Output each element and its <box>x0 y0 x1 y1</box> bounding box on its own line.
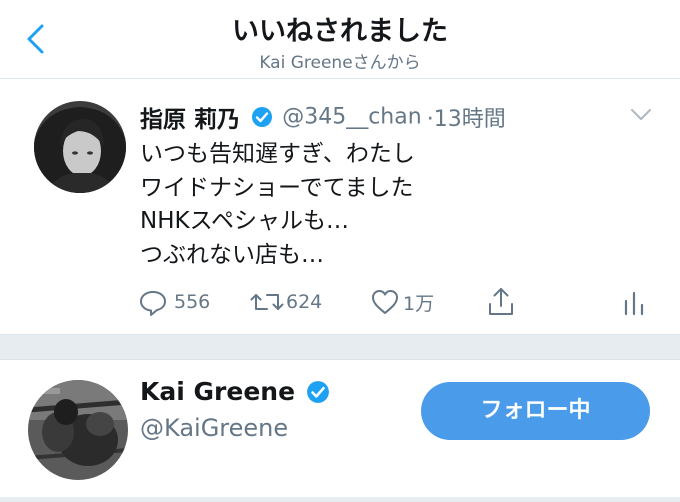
tweet-text-line: ワイドナショーでてました <box>140 174 414 201</box>
share-icon <box>489 288 513 315</box>
tweet-timestamp: ·13時間 <box>426 107 506 132</box>
tweet-author-avatar[interactable] <box>34 101 126 193</box>
share-button[interactable] <box>486 282 516 322</box>
analytics-button[interactable] <box>622 282 646 322</box>
reply-icon <box>140 291 166 316</box>
tweet-text: いつも告知遅すぎ、わたし ワイドナショーでてました NHKスペシャルも… つぶれ… <box>140 138 415 272</box>
chevron-down-icon[interactable] <box>630 108 652 122</box>
retweet-button[interactable]: 624 <box>250 282 322 322</box>
tweet-text-line: NHKスペシャルも… <box>140 208 349 234</box>
tweet-text-line: いつも告知遅すぎ、わたし <box>140 141 415 167</box>
user-avatar[interactable] <box>28 380 128 480</box>
retweet-count: 624 <box>286 291 323 313</box>
page-subtitle: Kai Greeneさんから <box>259 53 421 73</box>
heart-icon <box>372 290 398 314</box>
like-count: 1万 <box>403 292 435 315</box>
like-button[interactable]: 1万 <box>370 282 434 322</box>
tweet-author-name[interactable]: 指原 莉乃 <box>140 107 240 133</box>
tweet-actions: 556 624 1万 <box>0 282 680 322</box>
header: いいねされました Kai Greeneさんから <box>0 0 680 79</box>
user-card[interactable]: Kai Greene @KaiGreene フォロー中 <box>0 360 680 502</box>
user-name[interactable]: Kai Greene <box>140 377 295 406</box>
user-handle: @KaiGreene <box>140 414 289 442</box>
user-name-row: Kai Greene <box>140 377 334 406</box>
tweet-text-line: つぶれない店も… <box>140 241 324 268</box>
section-divider <box>0 334 680 360</box>
page-title: いいねされました <box>232 16 448 47</box>
analytics-icon <box>624 291 644 316</box>
reply-button[interactable]: 556 <box>138 282 210 322</box>
reply-count: 556 <box>174 291 211 313</box>
tweet-author-handle[interactable]: @345__chan <box>282 105 421 130</box>
verified-badge-icon <box>252 107 273 127</box>
following-button[interactable]: フォロー中 <box>421 382 650 440</box>
verified-badge-icon <box>307 380 330 403</box>
bottom-divider <box>0 497 680 502</box>
tweet-header: 指原 莉乃 @345__chan ·13時間 <box>140 100 506 134</box>
retweet-icon <box>250 294 284 310</box>
